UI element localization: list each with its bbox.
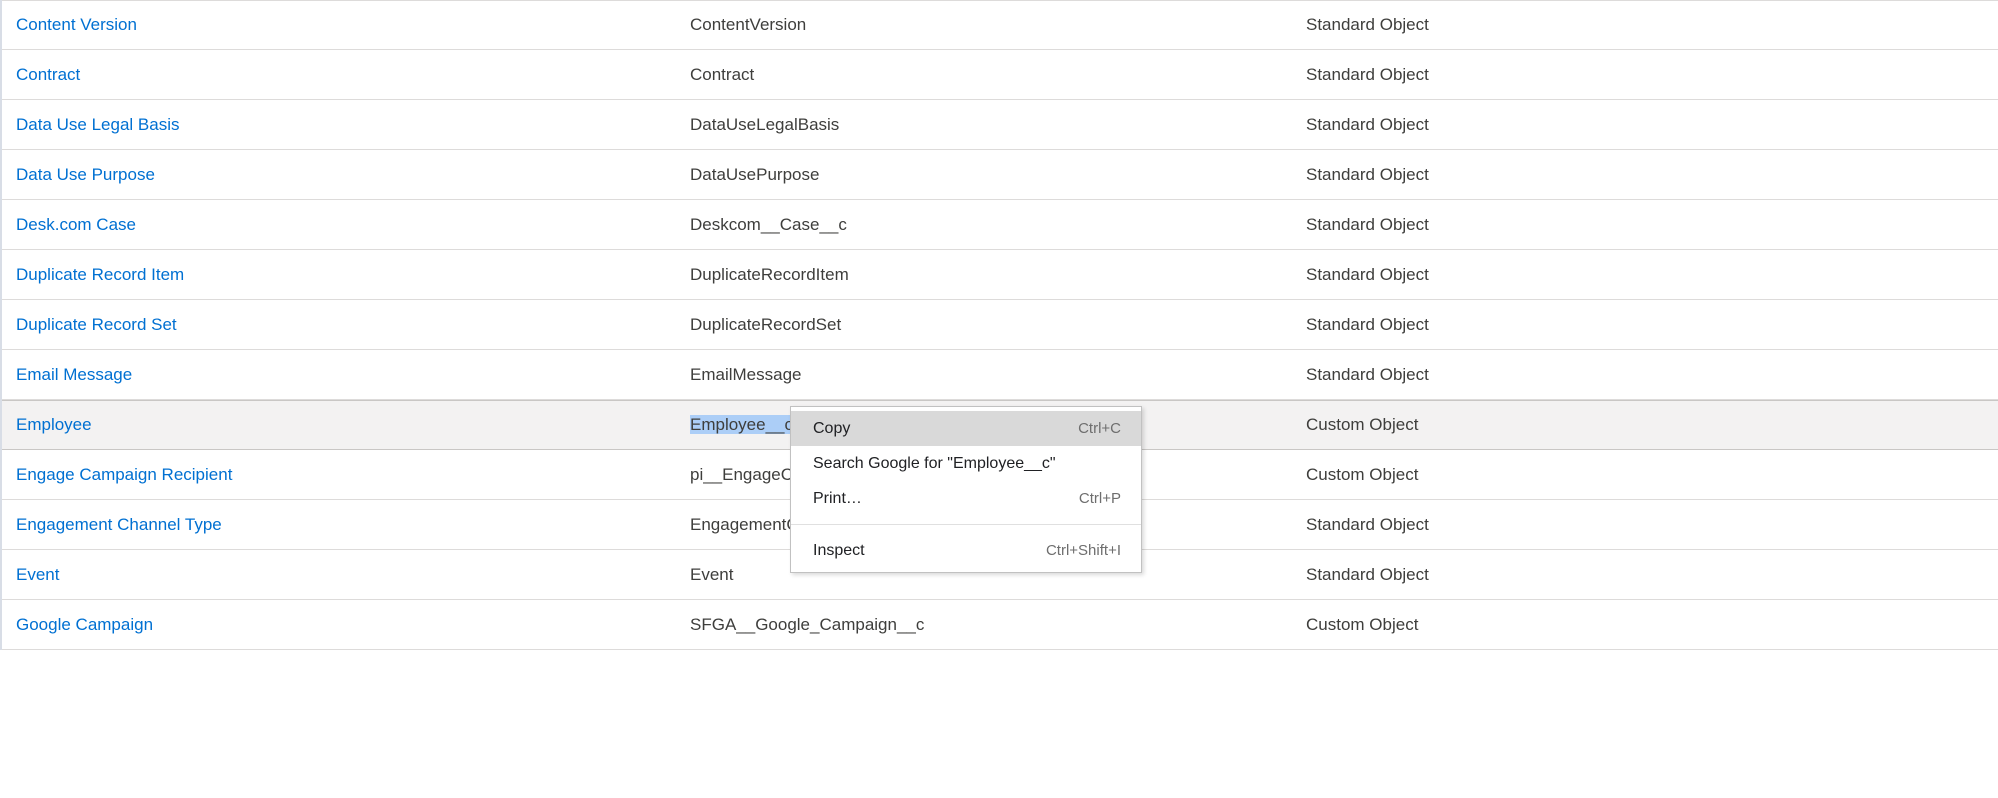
- cell-label: Data Use Legal Basis: [2, 115, 690, 135]
- table-row: Data Use Legal Basis DataUseLegalBasis Sta…: [2, 100, 1998, 150]
- api-name-text: DuplicateRecordSet: [690, 315, 841, 334]
- table-row: Duplicate Record Set DuplicateRecordSet St…: [2, 300, 1998, 350]
- cell-api-name: Contract: [690, 65, 1306, 85]
- cell-label: Duplicate Record Set: [2, 315, 690, 335]
- object-label-link[interactable]: Engagement Channel Type: [16, 515, 222, 534]
- cell-label: Employee: [2, 415, 690, 435]
- menu-separator: [791, 524, 1141, 525]
- cell-type: Standard Object: [1306, 515, 1998, 535]
- cell-type: Custom Object: [1306, 465, 1998, 485]
- type-text: Standard Object: [1306, 365, 1429, 384]
- cell-api-name: EmailMessage: [690, 365, 1306, 385]
- api-name-text: DataUseLegalBasis: [690, 115, 839, 134]
- object-label-link[interactable]: Desk.com Case: [16, 215, 136, 234]
- cell-label: Desk.com Case: [2, 215, 690, 235]
- menu-shortcut: Ctrl+P: [1079, 490, 1121, 507]
- cell-type: Standard Object: [1306, 365, 1998, 385]
- table-row: Google Campaign SFGA__Google_Campaign__c C…: [2, 600, 1998, 650]
- cell-type: Standard Object: [1306, 565, 1998, 585]
- type-text: Standard Object: [1306, 15, 1429, 34]
- object-label-link[interactable]: Contract: [16, 65, 80, 84]
- cell-label: Data Use Purpose: [2, 165, 690, 185]
- object-label-link[interactable]: Content Version: [16, 15, 137, 34]
- object-label-link[interactable]: Duplicate Record Set: [16, 315, 177, 334]
- cell-type: Standard Object: [1306, 115, 1998, 135]
- type-text: Standard Object: [1306, 115, 1429, 134]
- type-text: Standard Object: [1306, 65, 1429, 84]
- api-name-text: SFGA__Google_Campaign__c: [690, 615, 924, 634]
- cell-label: Duplicate Record Item: [2, 265, 690, 285]
- cell-label: Engage Campaign Recipient: [2, 465, 690, 485]
- cell-api-name: DuplicateRecordSet: [690, 315, 1306, 335]
- type-text: Standard Object: [1306, 265, 1429, 284]
- object-label-link[interactable]: Event: [16, 565, 59, 584]
- api-name-text: DuplicateRecordItem: [690, 265, 849, 284]
- table-row: Data Use Purpose DataUsePurpose Standard O…: [2, 150, 1998, 200]
- cell-api-name: DuplicateRecordItem: [690, 265, 1306, 285]
- object-label-link[interactable]: Data Use Legal Basis: [16, 115, 179, 134]
- type-text: Standard Object: [1306, 315, 1429, 334]
- table-row: Email Message EmailMessage Standard Object: [2, 350, 1998, 400]
- menu-label: Search Google for "Employee__c": [813, 455, 1056, 473]
- cell-api-name: ContentVersion: [690, 15, 1306, 35]
- table-row: Desk.com Case Deskcom__Case__c Standard Ob…: [2, 200, 1998, 250]
- api-name-text: Deskcom__Case__c: [690, 215, 847, 234]
- cell-label: Google Campaign: [2, 615, 690, 635]
- menu-label: Inspect: [813, 542, 865, 560]
- cell-type: Standard Object: [1306, 265, 1998, 285]
- object-label-link[interactable]: Google Campaign: [16, 615, 153, 634]
- menu-shortcut: Ctrl+C: [1078, 420, 1121, 437]
- cell-type: Standard Object: [1306, 165, 1998, 185]
- api-name-text: Employee__c: [690, 415, 793, 434]
- browser-context-menu: Copy Ctrl+C Search Google for "Employee_…: [790, 406, 1142, 573]
- type-text: Custom Object: [1306, 615, 1418, 634]
- cell-label: Engagement Channel Type: [2, 515, 690, 535]
- table-row: Duplicate Record Item DuplicateRecordItem…: [2, 250, 1998, 300]
- api-name-text: DataUsePurpose: [690, 165, 819, 184]
- cell-api-name: DataUsePurpose: [690, 165, 1306, 185]
- api-name-text: Event: [690, 565, 733, 584]
- type-text: Standard Object: [1306, 165, 1429, 184]
- table-row: Content Version ContentVersion Standard Ob…: [2, 0, 1998, 50]
- object-label-link[interactable]: Data Use Purpose: [16, 165, 155, 184]
- cell-api-name: DataUseLegalBasis: [690, 115, 1306, 135]
- cell-label: Email Message: [2, 365, 690, 385]
- object-label-link[interactable]: Engage Campaign Recipient: [16, 465, 232, 484]
- api-name-text: EmailMessage: [690, 365, 802, 384]
- type-text: Custom Object: [1306, 415, 1418, 434]
- cell-label: Content Version: [2, 15, 690, 35]
- api-name-text: Contract: [690, 65, 754, 84]
- cell-type: Custom Object: [1306, 615, 1998, 635]
- cell-label: Event: [2, 565, 690, 585]
- cell-label: Contract: [2, 65, 690, 85]
- menu-item-inspect[interactable]: Inspect Ctrl+Shift+I: [791, 533, 1141, 568]
- cell-type: Standard Object: [1306, 65, 1998, 85]
- api-name-text: ContentVersion: [690, 15, 806, 34]
- object-label-link[interactable]: Employee: [16, 415, 92, 434]
- object-label-link[interactable]: Duplicate Record Item: [16, 265, 184, 284]
- cell-api-name: Deskcom__Case__c: [690, 215, 1306, 235]
- table-row: Contract Contract Standard Object: [2, 50, 1998, 100]
- menu-item-copy[interactable]: Copy Ctrl+C: [791, 411, 1141, 446]
- type-text: Standard Object: [1306, 215, 1429, 234]
- menu-label: Print…: [813, 490, 862, 508]
- type-text: Standard Object: [1306, 565, 1429, 584]
- menu-item-print[interactable]: Print… Ctrl+P: [791, 481, 1141, 516]
- object-label-link[interactable]: Email Message: [16, 365, 132, 384]
- cell-type: Standard Object: [1306, 15, 1998, 35]
- type-text: Custom Object: [1306, 465, 1418, 484]
- type-text: Standard Object: [1306, 515, 1429, 534]
- cell-type: Standard Object: [1306, 315, 1998, 335]
- menu-item-search-google[interactable]: Search Google for "Employee__c": [791, 446, 1141, 481]
- cell-type: Standard Object: [1306, 215, 1998, 235]
- cell-type: Custom Object: [1306, 415, 1998, 435]
- menu-shortcut: Ctrl+Shift+I: [1046, 542, 1121, 559]
- cell-api-name: SFGA__Google_Campaign__c: [690, 615, 1306, 635]
- menu-label: Copy: [813, 420, 850, 438]
